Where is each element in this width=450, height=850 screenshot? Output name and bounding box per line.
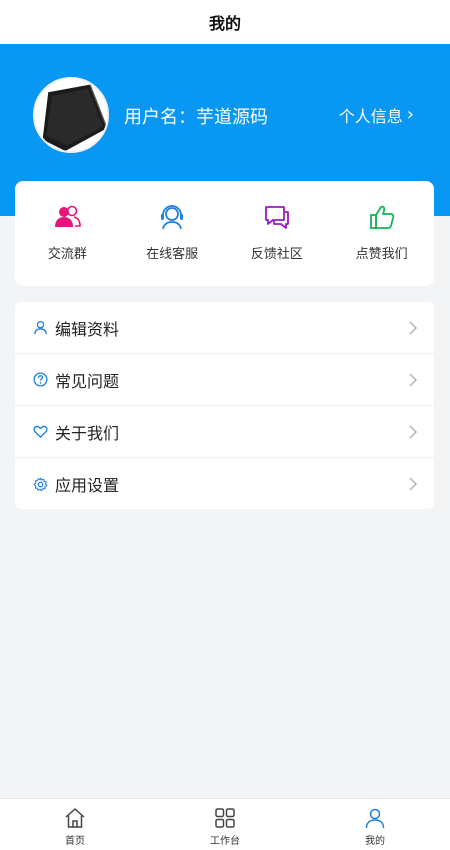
chat-bubbles-icon [264, 206, 289, 229]
grid-icon [215, 808, 235, 828]
tab-workbench[interactable]: 工作台 [150, 799, 300, 850]
profile-info-link[interactable]: 个人信息 › [339, 103, 414, 127]
menu-item-label: 编辑资料 [55, 319, 120, 339]
tab-label: 首页 [65, 836, 85, 847]
page-title: 我的 [208, 14, 241, 33]
quick-action-customer-service[interactable]: 在线客服 [120, 181, 225, 286]
settings-menu: 编辑资料 常见问题 关于我们 应用设置 [15, 302, 434, 509]
menu-item-label: 关于我们 [55, 423, 120, 443]
thumbs-up-icon [369, 205, 394, 229]
chevron-right-icon [409, 372, 418, 387]
quick-action-label: 反馈社区 [250, 247, 303, 262]
home-icon [65, 808, 85, 828]
user-icon [365, 808, 385, 829]
quick-actions-card: 交流群 在线客服 反馈社区 点赞我们 [15, 181, 434, 286]
tab-home[interactable]: 首页 [0, 799, 150, 850]
quick-action-like[interactable]: 点赞我们 [329, 181, 434, 286]
gear-icon [33, 477, 48, 491]
tab-label: 工作台 [210, 836, 240, 847]
question-circle-icon [33, 372, 48, 387]
menu-item-settings[interactable]: 应用设置 [15, 458, 434, 510]
chevron-right-icon: › [406, 104, 414, 125]
menu-item-faq[interactable]: 常见问题 [15, 354, 434, 406]
menu-item-label: 常见问题 [55, 371, 120, 391]
chevron-right-icon [409, 477, 418, 491]
heart-icon [33, 425, 48, 438]
quick-action-label: 点赞我们 [355, 247, 408, 262]
chevron-right-icon [409, 424, 418, 439]
menu-item-edit-profile[interactable]: 编辑资料 [15, 302, 434, 354]
bottom-tab-bar: 首页 工作台 我的 [0, 798, 450, 850]
group-icon [55, 205, 82, 227]
quick-action-feedback[interactable]: 反馈社区 [225, 181, 330, 286]
avatar[interactable] [33, 77, 109, 153]
quick-action-label: 在线客服 [146, 247, 199, 262]
quick-action-group[interactable]: 交流群 [15, 181, 120, 286]
user-icon [34, 320, 47, 335]
tab-mine[interactable]: 我的 [300, 799, 450, 850]
username: 用户名：芋道源码 [124, 107, 268, 128]
quick-action-label: 交流群 [47, 247, 87, 262]
customer-service-icon [161, 205, 184, 230]
chevron-right-icon [409, 320, 418, 335]
profile-info-label: 个人信息 [338, 107, 403, 126]
menu-item-about[interactable]: 关于我们 [15, 406, 434, 458]
top-bar: 我的 [0, 0, 450, 44]
menu-item-label: 应用设置 [55, 476, 120, 495]
tab-label: 我的 [365, 836, 385, 847]
